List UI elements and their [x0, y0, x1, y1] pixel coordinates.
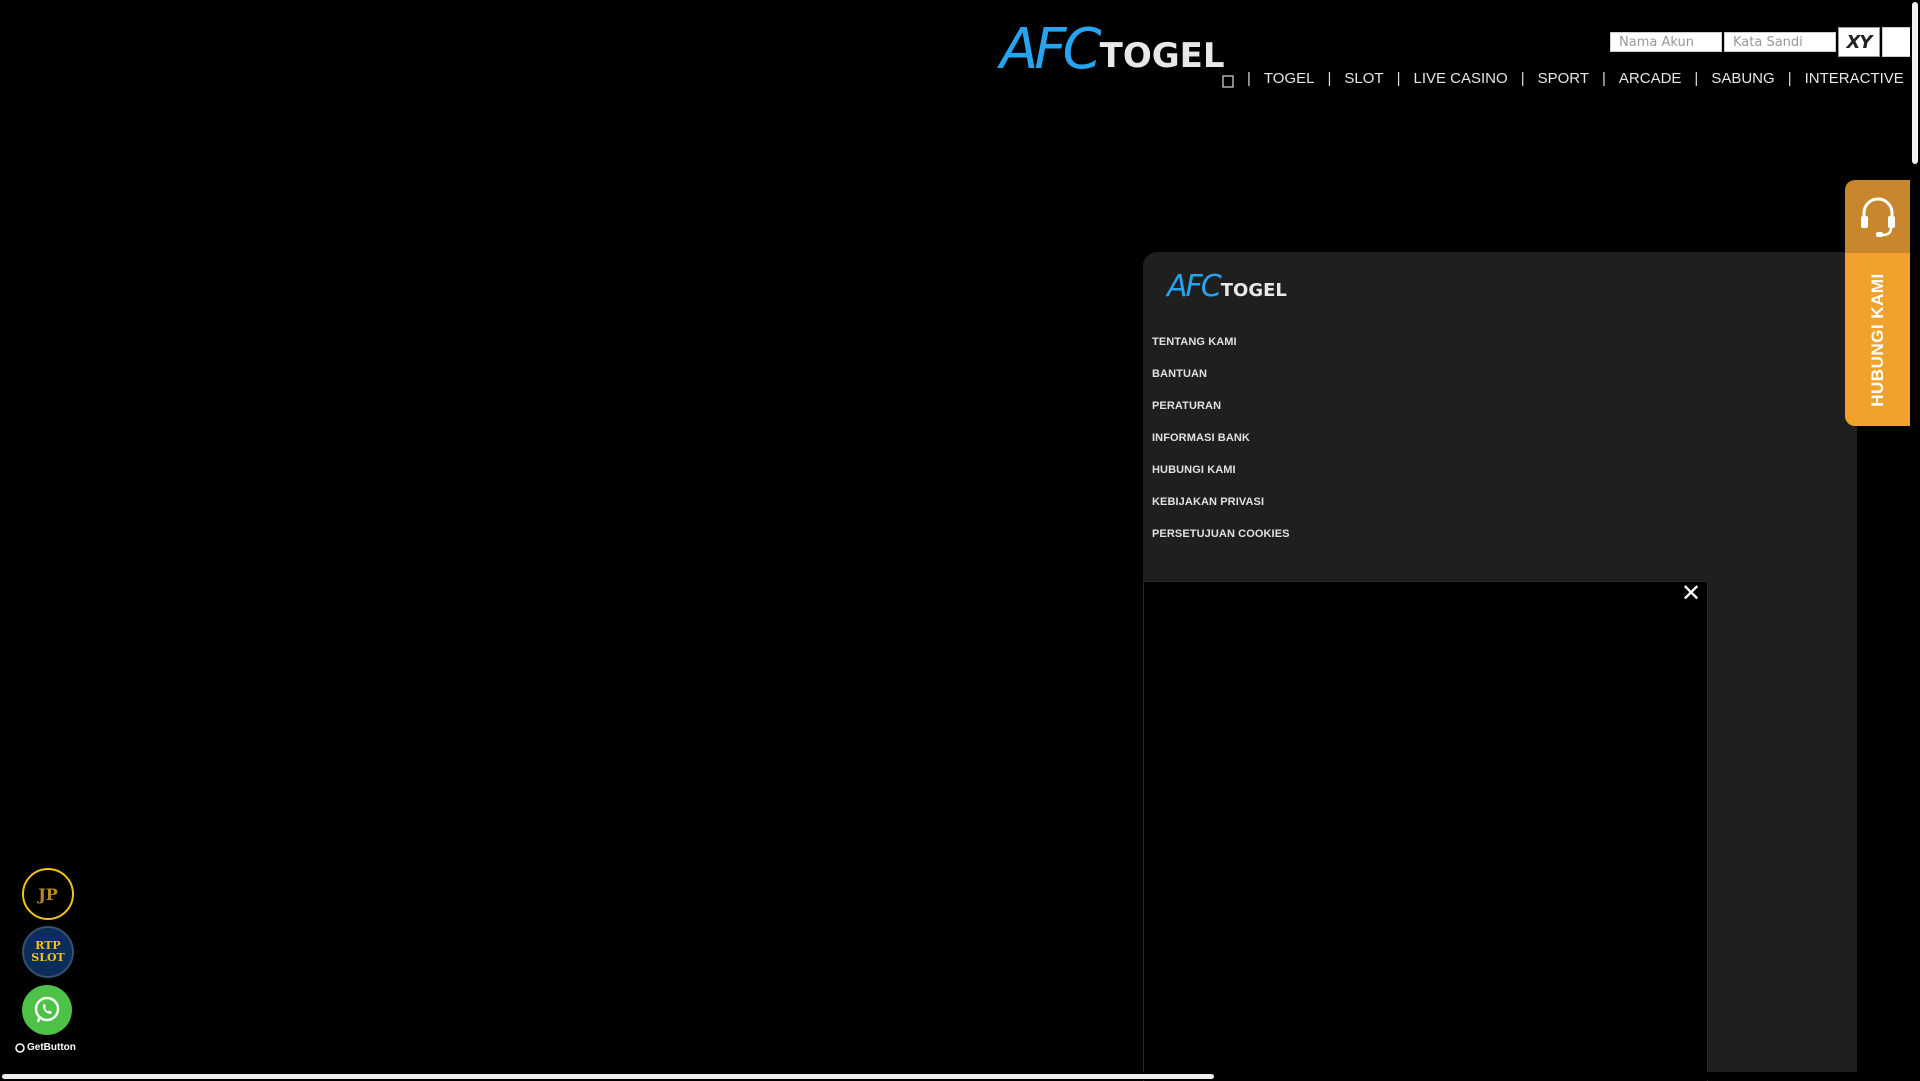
- footer-link-peraturan[interactable]: PERATURAN: [1152, 398, 1290, 430]
- footer-link-kebijakan-privasi[interactable]: KEBIJAKAN PRIVASI: [1152, 494, 1290, 526]
- nav-item-slot[interactable]: SLOT: [1344, 70, 1383, 87]
- nav-separator: |: [1396, 70, 1401, 87]
- nav-separator: |: [1602, 70, 1606, 87]
- getbutton-credit[interactable]: GetButton: [15, 1042, 76, 1053]
- whatsapp-button[interactable]: [22, 985, 72, 1035]
- footer-link-tentang-kami[interactable]: TENTANG KAMI: [1152, 334, 1290, 366]
- nav-item-live-casino[interactable]: LIVE CASINO: [1413, 70, 1507, 87]
- jp-button[interactable]: JP: [22, 868, 74, 920]
- nav-item-sport[interactable]: SPORT: [1538, 70, 1589, 87]
- footer-links: TENTANG KAMI BANTUAN PERATURAN INFORMASI…: [1152, 334, 1290, 558]
- whatsapp-icon: [34, 996, 60, 1023]
- footer-link-informasi-bank[interactable]: INFORMASI BANK: [1152, 430, 1290, 462]
- home-icon[interactable]: [1222, 74, 1234, 88]
- nav-separator: |: [1520, 70, 1525, 87]
- password-input[interactable]: [1724, 32, 1836, 52]
- nav-separator: |: [1327, 70, 1332, 87]
- jp-label: JP: [38, 884, 58, 904]
- nav-item-sabung[interactable]: SABUNG: [1711, 70, 1774, 87]
- footer-logo-togel-text: TOGEL: [1220, 280, 1287, 301]
- horizontal-scrollbar-thumb[interactable]: [2, 1074, 1214, 1079]
- footer-link-persetujuan-cookies[interactable]: PERSETUJUAN COOKIES: [1152, 526, 1290, 558]
- nav-item-togel[interactable]: TOGEL: [1264, 70, 1315, 87]
- logo-afc-text: AFC: [1000, 17, 1102, 82]
- close-icon[interactable]: ✕: [1679, 582, 1703, 606]
- footer-link-hubungi-kami[interactable]: HUBUNGI KAMI: [1152, 462, 1290, 494]
- footer-link-bantuan[interactable]: BANTUAN: [1152, 366, 1290, 398]
- rtp-label-line2: SLOT: [31, 951, 65, 964]
- popup-modal: ✕: [1143, 581, 1708, 1081]
- login-form: XY: [1610, 27, 1920, 57]
- horizontal-scrollbar[interactable]: [0, 1072, 1910, 1080]
- site-logo[interactable]: AFC TOGEL: [1000, 17, 1225, 82]
- getbutton-icon: [15, 1042, 25, 1053]
- rtp-slot-button[interactable]: RTP SLOT: [22, 926, 74, 978]
- footer-logo-afc-text: AFC: [1167, 269, 1222, 304]
- logo-togel-text: TOGEL: [1099, 36, 1225, 76]
- vertical-scrollbar[interactable]: [1910, 0, 1920, 1080]
- nav-item-arcade[interactable]: ARCADE: [1619, 70, 1682, 87]
- nav-separator: |: [1694, 70, 1699, 87]
- captcha-image: XY: [1838, 27, 1880, 57]
- contact-tab-label-area: HUBUNGI KAMI: [1845, 253, 1910, 426]
- footer-logo[interactable]: AFC TOGEL: [1167, 272, 1287, 302]
- contact-tab-icon-area: [1845, 180, 1910, 253]
- headset-icon: [1860, 197, 1895, 237]
- vertical-scrollbar-thumb[interactable]: [1912, 2, 1918, 164]
- contact-tab-label: HUBUNGI KAMI: [1867, 272, 1887, 407]
- nav-item-interactive[interactable]: INTERACTIVE: [1805, 70, 1904, 87]
- username-input[interactable]: [1610, 32, 1722, 52]
- getbutton-label: GetButton: [27, 1042, 76, 1053]
- nav-separator: |: [1247, 70, 1251, 87]
- nav-separator: |: [1787, 70, 1792, 87]
- main-nav: | TOGEL | SLOT | LIVE CASINO | SPORT | A…: [1222, 70, 1904, 88]
- contact-us-tab[interactable]: HUBUNGI KAMI: [1845, 180, 1910, 426]
